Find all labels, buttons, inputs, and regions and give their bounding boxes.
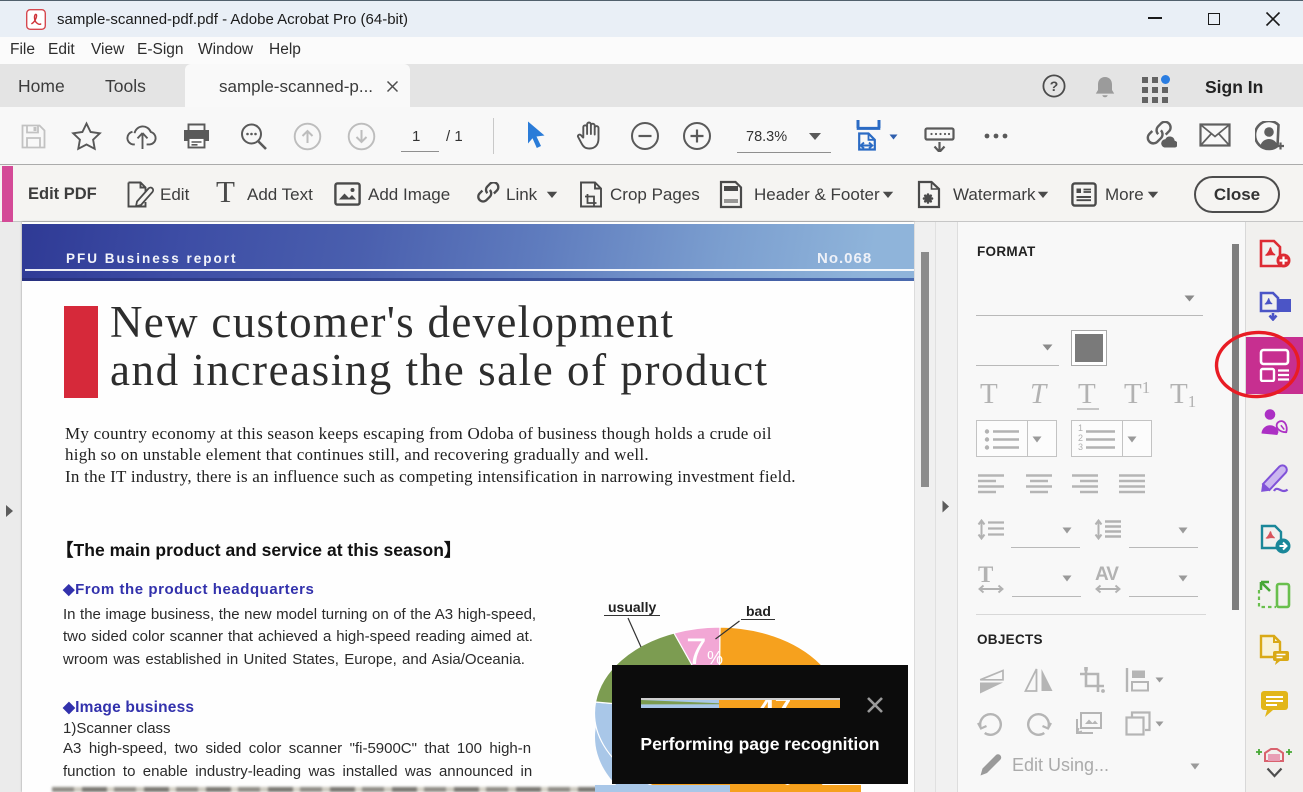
svg-text:?: ? [1050,78,1059,94]
